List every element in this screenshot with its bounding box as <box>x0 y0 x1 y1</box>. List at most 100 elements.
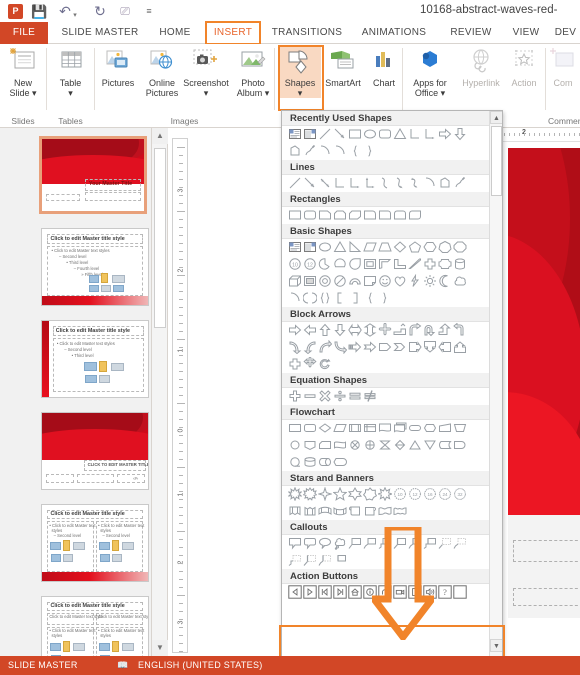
star-32-point-icon[interactable]: 32 <box>453 487 468 502</box>
dodecagon-icon[interactable]: 12 <box>303 257 318 272</box>
arc-icon[interactable] <box>423 176 438 191</box>
undo-dropdown-arrow-icon[interactable]: ▾ <box>71 8 79 23</box>
snip-same-side-rect-icon[interactable] <box>333 208 348 223</box>
slide-thumbnail-pane[interactable]: Your Master Title Click to edit Master t… <box>0 128 152 656</box>
pentagon-icon[interactable] <box>408 240 423 255</box>
tab-insert[interactable]: INSERT <box>207 22 259 44</box>
flowchart-preparation-icon[interactable] <box>423 421 438 436</box>
star-24-point-icon[interactable]: 24 <box>438 487 453 502</box>
parallelogram-icon[interactable] <box>363 240 378 255</box>
line-callout-3-icon[interactable] <box>378 536 393 551</box>
multiply-sign-icon[interactable] <box>318 389 333 404</box>
block-arc-icon[interactable] <box>348 274 363 289</box>
star-6-point-icon[interactable] <box>348 487 363 502</box>
cloud-icon[interactable] <box>453 274 468 289</box>
slide-thumb-3[interactable]: Click to edit Master title style • Click… <box>41 320 149 398</box>
curve-arrow-icon[interactable] <box>393 176 408 191</box>
tab-developer[interactable]: DEV <box>551 22 580 44</box>
action-button-document-icon[interactable] <box>408 585 423 600</box>
cross-icon[interactable] <box>423 257 438 272</box>
scroll-down-arrow-icon[interactable]: ▼ <box>490 639 502 652</box>
action-button-movie-icon[interactable] <box>393 585 408 600</box>
action-button-custom-icon[interactable] <box>453 585 468 600</box>
table-button[interactable]: Table ▾ <box>49 47 92 98</box>
circular-arrow-icon[interactable] <box>318 357 333 372</box>
textbox-icon[interactable] <box>288 127 303 142</box>
line-icon[interactable] <box>318 127 333 142</box>
slide-thumb-master[interactable]: Your Master Title <box>39 136 147 214</box>
left-brace-icon[interactable] <box>363 291 378 306</box>
flowchart-merge-icon[interactable] <box>423 438 438 453</box>
up-arrow-callout-icon[interactable] <box>453 340 468 355</box>
flowchart-direct-access-icon[interactable] <box>318 455 333 470</box>
flowchart-decision-icon[interactable] <box>318 421 333 436</box>
snip-round-rect-icon[interactable] <box>363 208 378 223</box>
freeform-icon[interactable] <box>288 144 303 159</box>
right-arrow-callout-icon[interactable] <box>408 340 423 355</box>
flowchart-card-icon[interactable] <box>318 438 333 453</box>
diagonal-stripe-icon[interactable] <box>408 257 423 272</box>
line-callout-1-accent-icon[interactable] <box>393 536 408 551</box>
vertical-textbox-icon[interactable] <box>303 240 318 255</box>
star-7-point-icon[interactable] <box>363 487 378 502</box>
lightning-bolt-icon[interactable] <box>408 274 423 289</box>
action-button-end-icon[interactable] <box>333 585 348 600</box>
cross-arrow-icon[interactable] <box>288 357 303 372</box>
explosion-1-icon[interactable] <box>288 487 303 502</box>
wave-icon[interactable] <box>378 504 393 519</box>
curved-left-arrow-icon[interactable] <box>303 340 318 355</box>
left-up-arrow-icon[interactable] <box>438 323 453 338</box>
down-arrow-icon[interactable] <box>453 127 468 142</box>
tab-home[interactable]: HOME <box>152 22 198 44</box>
flowchart-collate-icon[interactable] <box>378 438 393 453</box>
tab-transitions[interactable]: TRANSITIONS <box>266 22 348 44</box>
left-bracket-icon[interactable] <box>333 291 348 306</box>
thumbnail-scrollbar[interactable]: ▲ ▼ <box>152 128 168 656</box>
scroll-up-arrow-icon[interactable]: ▲ <box>490 111 502 124</box>
cloud-callout-icon[interactable] <box>333 536 348 551</box>
callout-1-accent-bar-icon[interactable] <box>303 553 318 568</box>
left-right-arrow-icon[interactable] <box>348 323 363 338</box>
heart-icon[interactable] <box>393 274 408 289</box>
scrollbar-thumb[interactable] <box>491 126 502 196</box>
down-arrow-icon[interactable] <box>333 323 348 338</box>
plus-sign-icon[interactable] <box>288 389 303 404</box>
elbow-connector-icon[interactable] <box>333 176 348 191</box>
chevron-icon[interactable] <box>393 340 408 355</box>
bent-arrow-2-icon[interactable] <box>453 323 468 338</box>
arc2-icon[interactable] <box>333 144 348 159</box>
u-turn-arrow-icon[interactable] <box>423 323 438 338</box>
oval-icon[interactable] <box>363 127 378 142</box>
round-2-diag-rect-icon[interactable] <box>408 208 423 223</box>
snip-corner-rect-icon[interactable] <box>318 208 333 223</box>
left-arrow-icon[interactable] <box>303 323 318 338</box>
l-shape-icon[interactable] <box>393 257 408 272</box>
smartart-button[interactable]: SmartArt <box>320 47 366 88</box>
pictures-button[interactable]: Pictures <box>96 47 140 88</box>
tab-slide-master[interactable]: SLIDE MASTER <box>57 22 143 44</box>
curved-down-ribbon-icon[interactable] <box>333 504 348 519</box>
right-brace-icon[interactable] <box>378 291 393 306</box>
left-brace-icon[interactable] <box>348 144 363 159</box>
flowchart-internal-storage-icon[interactable] <box>363 421 378 436</box>
flowchart-data-icon[interactable] <box>333 421 348 436</box>
round-2-same-rect-icon[interactable] <box>393 208 408 223</box>
flowchart-manual-input-icon[interactable] <box>438 421 453 436</box>
save-icon[interactable]: 💾 <box>31 4 47 19</box>
flowchart-process-icon[interactable] <box>288 421 303 436</box>
action-button-forward-icon[interactable] <box>303 585 318 600</box>
right-arrow-icon[interactable] <box>438 127 453 142</box>
curved-up-ribbon-icon[interactable] <box>318 504 333 519</box>
flowchart-sort-icon[interactable] <box>393 438 408 453</box>
striped-right-arrow-icon[interactable] <box>348 340 363 355</box>
vertical-scroll-icon[interactable] <box>348 504 363 519</box>
curved-right-arrow-icon[interactable] <box>288 340 303 355</box>
round-brackets-icon[interactable] <box>303 291 318 306</box>
line-callout-3-accent-icon[interactable] <box>423 536 438 551</box>
rounded-rectangle-icon[interactable] <box>303 208 318 223</box>
status-language-label[interactable]: ENGLISH (UNITED STATES) <box>138 656 263 675</box>
callout-3-accent-bar-icon[interactable] <box>333 553 348 568</box>
tab-view[interactable]: VIEW <box>505 22 547 44</box>
no-symbol-icon[interactable] <box>333 274 348 289</box>
vertical-textbox-icon[interactable] <box>303 127 318 142</box>
